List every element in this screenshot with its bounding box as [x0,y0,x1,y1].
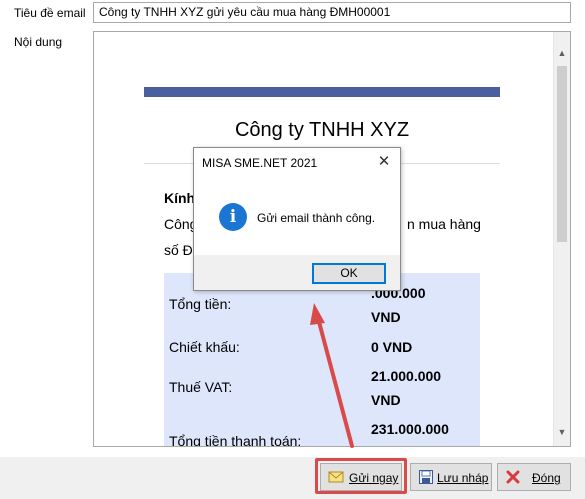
email-company-name: Công ty TNHH XYZ [234,119,410,141]
summary-grand-total-value: 231.000.000 [371,421,449,437]
body-label: Nội dung [14,35,63,49]
info-icon: i [219,203,247,231]
summary-vat-value: 21.000.000 [371,368,442,384]
subject-input[interactable]: Công ty TNHH XYZ gửi yêu cầu mua hàng ĐM… [93,2,571,23]
save-draft-button[interactable]: Lưu nháp [410,463,492,491]
summary-grand-total-label: Tổng tiền thanh toán: [169,433,302,447]
save-disk-icon [419,470,433,484]
summary-discount-label: Chiết khấu: [169,339,240,355]
red-x-icon [506,470,520,484]
close-button[interactable]: Đóng [497,463,571,491]
ok-button[interactable]: OK [312,263,386,284]
close-label: Đóng [532,471,561,485]
email-header-bar [144,87,500,97]
subject-label: Tiêu đề email [14,6,86,20]
summary-vat-unit: VND [371,392,401,408]
success-dialog: MISA SME.NET 2021 ✕ i Gửi email thành cô… [193,147,401,291]
close-icon[interactable]: ✕ [376,152,392,170]
summary-total-unit: VND [371,309,401,325]
dialog-title: MISA SME.NET 2021 [202,156,318,170]
order-summary-table: Tổng tiền: .000.000 VND Chiết khấu: 0 VN… [164,273,480,447]
email-line-1-tail: n mua hàng [407,216,481,232]
save-draft-label: Lưu nháp [437,471,489,485]
dialog-message: Gửi email thành công. [257,211,376,225]
email-line-2: số Đ [164,242,193,258]
email-greeting: Kính [164,190,196,206]
summary-total-label: Tổng tiền: [169,296,232,312]
summary-discount-value: 0 VND [371,339,413,355]
scrollbar-thumb[interactable] [557,66,567,242]
vertical-scrollbar[interactable]: ▲ ▼ [553,32,570,446]
scroll-down-icon[interactable]: ▼ [554,423,570,440]
summary-vat-label: Thuế VAT: [169,379,233,395]
dialog-footer: OK [194,255,400,290]
send-button-highlight [315,458,407,494]
scroll-up-icon[interactable]: ▲ [554,44,570,61]
